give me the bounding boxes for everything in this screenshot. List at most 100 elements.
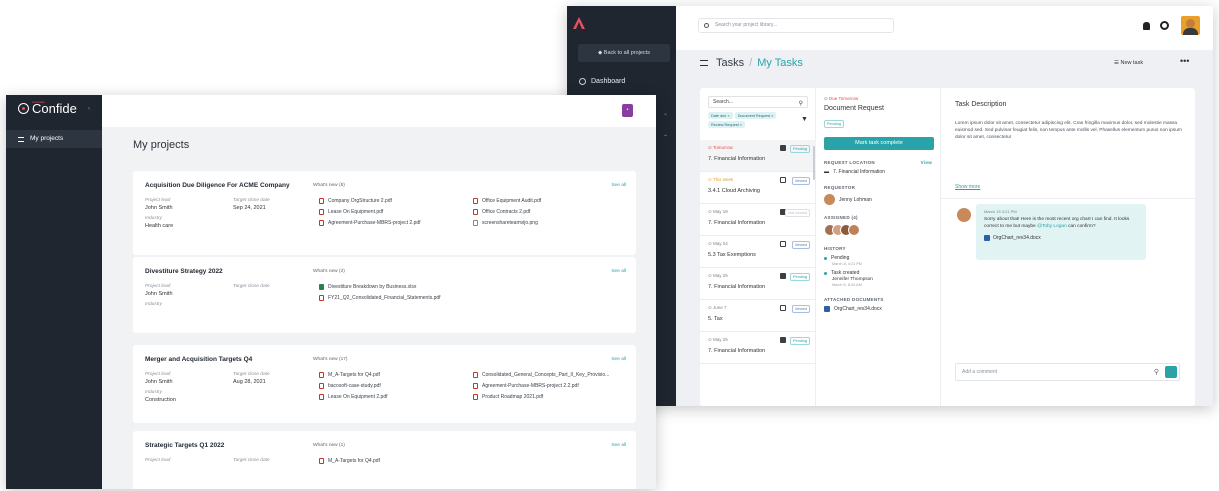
- file-link[interactable]: Divestiture Breakdown by Business.xlsx: [319, 284, 416, 290]
- filter-chip[interactable]: Document Request ×: [734, 112, 777, 119]
- task-search-input[interactable]: Search... ⚲: [708, 96, 808, 108]
- location-text: 7. Financial Information: [833, 169, 885, 175]
- breadcrumb-separator: /: [749, 57, 753, 69]
- task-date-text: Tomorrow: [712, 145, 733, 150]
- file-link[interactable]: Office Equipment Audit.pdf: [473, 198, 541, 204]
- document-icon: [780, 273, 786, 279]
- whats-new-label: What's new (1): [313, 443, 345, 448]
- file-name: FY21_Q2_Consolidated_Financial_Statement…: [328, 295, 441, 301]
- comment-input[interactable]: Add a comment ⚲: [955, 363, 1180, 381]
- file-link[interactable]: Company OrgStructure 2.pdf: [319, 198, 392, 204]
- paperclip-icon[interactable]: ⚲: [1154, 365, 1159, 381]
- project-card[interactable]: Acquisition Due Diligence For ACME Compa…: [133, 171, 636, 255]
- file-link[interactable]: Lease On Equipment 2.pdf: [319, 394, 388, 400]
- bell-icon[interactable]: [1143, 22, 1150, 30]
- see-all-link[interactable]: See all: [611, 183, 626, 188]
- see-all-link[interactable]: See all: [611, 269, 626, 274]
- mention-link[interactable]: @Toby Logan: [1037, 224, 1067, 229]
- excel-icon: [319, 284, 324, 290]
- file-link[interactable]: FY21_Q2_Consolidated_Financial_Statement…: [319, 295, 441, 301]
- new-task-button[interactable]: ☰ New task: [1114, 60, 1143, 66]
- requestor-name: Jenny Lohman: [839, 196, 872, 203]
- task-list-item[interactable]: ⊙ May 24 5.3 Tax Exemptions Viewed: [700, 236, 816, 268]
- menu-icon[interactable]: [700, 60, 708, 66]
- task-name: 7. Financial Information: [708, 156, 766, 162]
- mark-complete-button[interactable]: Mark task complete: [824, 137, 934, 150]
- chevron-up-icon[interactable]: ⌃: [663, 134, 668, 141]
- task-search-placeholder: Search...: [713, 99, 734, 105]
- avatar: [957, 208, 971, 222]
- task-list-item[interactable]: ⊙ May 25 7. Financial Information Pendin…: [700, 332, 816, 364]
- whats-new-label: What's new (2): [313, 269, 345, 274]
- comment-text-end: can confirm?: [1068, 223, 1096, 229]
- status-badge: Not viewed: [785, 209, 810, 217]
- project-card[interactable]: Strategic Targets Q1 2022 Project lead T…: [133, 431, 636, 489]
- review-icon: [780, 177, 786, 183]
- user-avatar[interactable]: •: [622, 104, 633, 117]
- task-list-scrollbar[interactable]: [813, 146, 815, 180]
- new-task-label: New task: [1120, 60, 1144, 66]
- breadcrumb-tasks[interactable]: Tasks: [716, 57, 744, 69]
- filter-chip[interactable]: Review Request ×: [708, 121, 745, 128]
- attached-document[interactable]: OrgChart_rev34.docx: [824, 306, 932, 312]
- status-badge: Pending: [790, 145, 810, 153]
- description-text: Lorem ipsum dolor sit amet, consectetur …: [955, 121, 1182, 140]
- project-card[interactable]: Merger and Acquisition Targets Q4 Projec…: [133, 345, 636, 423]
- requestor-heading: REQUESTOR: [824, 185, 856, 190]
- library-search-input[interactable]: Search your project library...: [698, 18, 894, 33]
- folder-icon: ▬: [824, 169, 829, 175]
- task-list-item[interactable]: ⊙ May 25 7. Financial Information Pendin…: [700, 268, 816, 300]
- file-link[interactable]: Product Roadmap 2021.pdf: [473, 394, 543, 400]
- file-link[interactable]: M_A-Targets for Q4.pdf: [319, 458, 380, 464]
- task-detail: ⊙ Due Tomorrow Document Request Pending …: [816, 88, 941, 406]
- file-link[interactable]: Office Contracts 2.pdf: [473, 209, 530, 215]
- pdf-icon: [319, 209, 324, 215]
- project-card[interactable]: Divestiture Strategy 2022 Project lead J…: [133, 257, 636, 333]
- sidebar-item-my-projects[interactable]: My projects: [6, 130, 102, 148]
- file-link[interactable]: Lease On Equipment.pdf: [319, 209, 383, 215]
- file-link[interactable]: Agreement-Purchase-MBRS-project 2.2.pdf: [473, 383, 579, 389]
- collapse-sidebar-icon[interactable]: ‹: [88, 106, 90, 112]
- send-button[interactable]: [1165, 366, 1177, 378]
- see-all-link[interactable]: See all: [611, 443, 626, 448]
- file-name: Lease On Equipment 2.pdf: [328, 394, 388, 400]
- project-lead-label: Project lead: [145, 284, 171, 289]
- comment-attachment[interactable]: OrgChart_rev34.docx: [984, 235, 1138, 241]
- filter-icon[interactable]: ▼: [801, 116, 808, 123]
- back-to-projects-button[interactable]: ◆ Back to all projects: [578, 44, 670, 62]
- task-list-item[interactable]: ⊙ June 7 5. Tax Viewed: [700, 300, 816, 332]
- confide-logo: Ansarada Confide: [18, 100, 77, 116]
- task-date-text: May 24: [713, 241, 728, 246]
- filter-chip[interactable]: Date due ×: [708, 112, 733, 119]
- task-list-item[interactable]: ⊙ Tomorrow 7. Financial Information Pend…: [700, 140, 816, 172]
- show-more-link[interactable]: Show more: [955, 184, 980, 190]
- pdf-icon: [319, 394, 324, 400]
- user-avatar[interactable]: [1181, 16, 1200, 35]
- file-name: Office Equipment Audit.pdf: [482, 198, 542, 204]
- attached-heading: ATTACHED DOCUMENTS: [824, 297, 884, 302]
- project-lead-label: Project lead: [145, 458, 171, 463]
- task-name: 7. Financial Information: [708, 220, 766, 226]
- more-options-button[interactable]: •••: [1180, 56, 1189, 66]
- see-all-link[interactable]: See all: [611, 357, 626, 362]
- pdf-icon: [473, 383, 478, 389]
- project-name: Merger and Acquisition Targets Q4: [145, 356, 253, 363]
- file-name: Lease On Equipment.pdf: [328, 209, 384, 215]
- pdf-icon: [319, 198, 324, 204]
- gear-icon[interactable]: [1160, 21, 1169, 30]
- sidebar-item-dashboard[interactable]: Dashboard: [579, 78, 625, 85]
- description-title: Task Description: [955, 101, 1007, 108]
- view-location-link[interactable]: View: [921, 160, 932, 165]
- file-link[interactable]: Agreement-Purchase-MBRS-project 2.pdf: [319, 220, 421, 226]
- file-link[interactable]: M_A-Targets for Q4.pdf: [319, 372, 380, 378]
- task-name: 7. Financial Information: [708, 348, 766, 354]
- file-link[interactable]: screenshareteamvijo.png: [473, 220, 538, 226]
- file-link[interactable]: Consolidated_General_Concepts_Part_II_Ke…: [473, 372, 609, 378]
- assigned-avatars[interactable]: [824, 224, 932, 236]
- chevron-down-icon[interactable]: ⌄: [663, 110, 668, 117]
- task-list-item[interactable]: ⊙ This week 3.4.1 Cloud Archiving Viewed: [700, 172, 816, 204]
- status-badge: Viewed: [791, 305, 810, 313]
- file-link[interactable]: bacosoft-case-study.pdf: [319, 383, 381, 389]
- task-list-item[interactable]: ⊙ May 19 7. Financial Information Not vi…: [700, 204, 816, 236]
- sidebar-item-label: My projects: [30, 135, 64, 142]
